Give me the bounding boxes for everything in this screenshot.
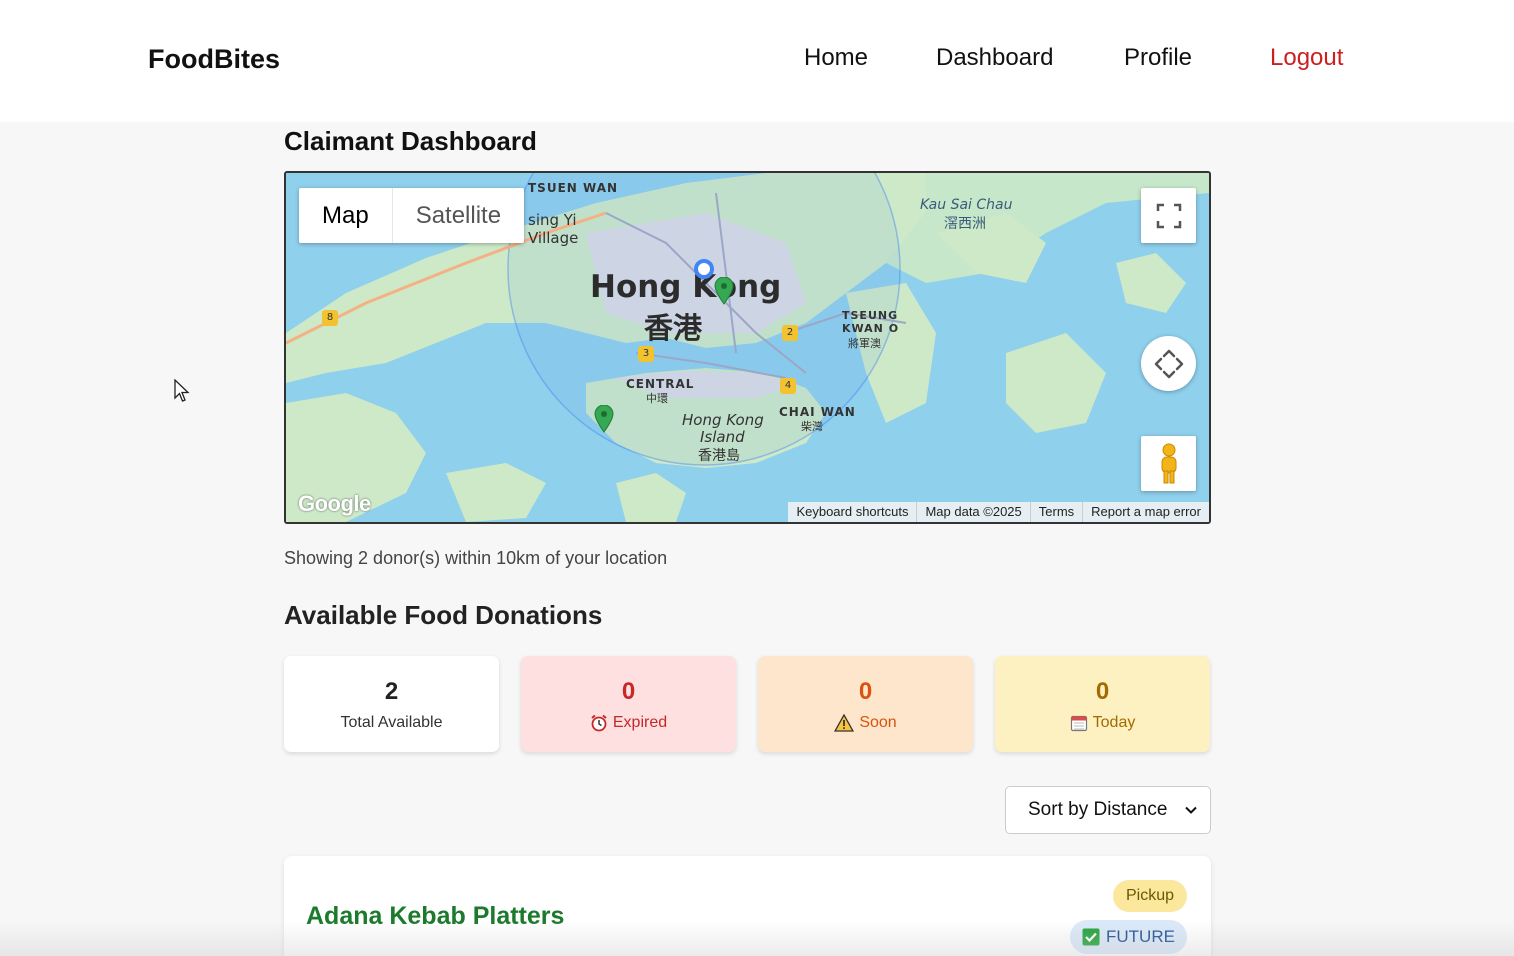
stat-expired-label: Expired bbox=[612, 714, 668, 731]
map-type-map-button[interactable]: Map bbox=[299, 188, 392, 243]
stat-card-today[interactable]: 0 Today bbox=[995, 656, 1210, 752]
nav-profile-link[interactable]: Profile bbox=[1124, 44, 1192, 72]
pegman-icon bbox=[1161, 443, 1176, 483]
map-label-chai-wan: CHAI WAN bbox=[779, 405, 856, 419]
map-label-hong-kong: Hong Kong bbox=[590, 269, 782, 305]
pickup-badge: Pickup bbox=[1113, 880, 1187, 912]
map-label-chai-wan-cn: 柴灣 bbox=[801, 420, 823, 433]
route-shield: 3 bbox=[638, 346, 654, 362]
map-label-tseung-kwan-o-cn: 將軍澳 bbox=[848, 337, 881, 350]
map-label-central-cn: 中環 bbox=[646, 392, 668, 405]
route-shield: 8 bbox=[322, 310, 338, 326]
map-attribution: Keyboard shortcuts Map data ©2025 Terms … bbox=[788, 502, 1209, 522]
nav-dashboard-link[interactable]: Dashboard bbox=[936, 44, 1053, 72]
stat-card-expired[interactable]: 0 Expired bbox=[521, 656, 736, 752]
mouse-cursor-icon bbox=[174, 379, 190, 402]
section-title: Available Food Donations bbox=[284, 600, 603, 630]
stat-soon-value: 0 bbox=[858, 678, 873, 705]
donor-marker[interactable] bbox=[714, 277, 734, 305]
page-title: Claimant Dashboard bbox=[284, 126, 537, 156]
warning-icon bbox=[834, 714, 855, 732]
map-data-credit: Map data ©2025 bbox=[916, 502, 1029, 522]
sort-select[interactable]: Sort by Distance bbox=[1005, 786, 1211, 834]
stat-soon-label: Soon bbox=[859, 714, 897, 731]
donation-card[interactable]: Adana Kebab Platters Pickup FUTURE bbox=[284, 856, 1211, 956]
stat-total-label: Total Available bbox=[340, 714, 443, 731]
route-shield: 4 bbox=[780, 378, 796, 394]
map-label-hk-island-cn: 香港島 bbox=[698, 448, 740, 464]
google-logo: Google bbox=[298, 491, 371, 516]
nav-home-link[interactable]: Home bbox=[804, 44, 868, 72]
status-badge-label: FUTURE bbox=[1106, 927, 1175, 946]
terms-link[interactable]: Terms bbox=[1029, 502, 1082, 522]
donation-title[interactable]: Adana Kebab Platters bbox=[306, 902, 564, 931]
camera-control-button[interactable] bbox=[1141, 336, 1196, 391]
stat-total-value: 2 bbox=[384, 678, 399, 705]
top-navbar: FoodBites Home Dashboard Profile Logout bbox=[0, 0, 1514, 122]
map-label-hk-island-1: Hong Kong bbox=[682, 411, 764, 429]
chevron-down-icon bbox=[1185, 806, 1197, 814]
donor-map[interactable]: TSUEN WAN sing Yi Village Hong Kong 香港 K… bbox=[284, 171, 1211, 524]
map-label-tseung-kwan-o-2: KWAN O bbox=[842, 322, 900, 335]
stat-expired-value: 0 bbox=[621, 678, 636, 705]
map-label-central: CENTRAL bbox=[626, 377, 695, 391]
map-type-control: Map Satellite bbox=[299, 188, 525, 243]
recenter-icon bbox=[1154, 349, 1183, 378]
street-view-pegman-button[interactable] bbox=[1141, 436, 1196, 491]
keyboard-shortcuts-link[interactable]: Keyboard shortcuts bbox=[788, 502, 916, 522]
user-location-marker[interactable] bbox=[694, 259, 714, 279]
brand-logo[interactable]: FoodBites bbox=[148, 44, 280, 75]
map-label-village: Village bbox=[528, 229, 579, 247]
map-label-hk-island-2: Island bbox=[700, 428, 745, 446]
map-label-hong-kong-cn: 香港 bbox=[644, 311, 703, 345]
alarm-clock-icon bbox=[591, 714, 607, 732]
donor-marker[interactable] bbox=[594, 405, 614, 433]
fullscreen-icon bbox=[1156, 203, 1181, 228]
stat-card-soon[interactable]: 0 Soon bbox=[758, 656, 973, 752]
stat-today-value: 0 bbox=[1095, 678, 1110, 705]
map-label-tseung-kwan-o-1: TSEUNG bbox=[842, 309, 899, 322]
status-badge: FUTURE bbox=[1070, 920, 1187, 954]
route-shield: 2 bbox=[782, 325, 798, 341]
fullscreen-button[interactable] bbox=[1141, 188, 1196, 243]
calendar-icon bbox=[1070, 715, 1087, 732]
map-type-satellite-button[interactable]: Satellite bbox=[391, 188, 524, 243]
stat-card-total[interactable]: 2 Total Available bbox=[284, 656, 499, 752]
sort-selected-value: Sort by Distance bbox=[1028, 799, 1168, 820]
map-label-kau-sai-chau-cn: 滘西洲 bbox=[944, 216, 986, 232]
donor-count-text: Showing 2 donor(s) within 10km of your l… bbox=[284, 548, 668, 568]
check-box-icon bbox=[1082, 928, 1100, 946]
map-label-tsing-yi: sing Yi bbox=[528, 211, 577, 229]
stat-today-label: Today bbox=[1092, 714, 1136, 731]
report-map-error-link[interactable]: Report a map error bbox=[1082, 502, 1209, 522]
nav-logout-link[interactable]: Logout bbox=[1270, 44, 1343, 72]
map-label-tsuen-wan: TSUEN WAN bbox=[528, 181, 619, 195]
pickup-badge-label: Pickup bbox=[1125, 887, 1175, 904]
map-label-kau-sai-chau: Kau Sai Chau bbox=[920, 197, 1013, 213]
